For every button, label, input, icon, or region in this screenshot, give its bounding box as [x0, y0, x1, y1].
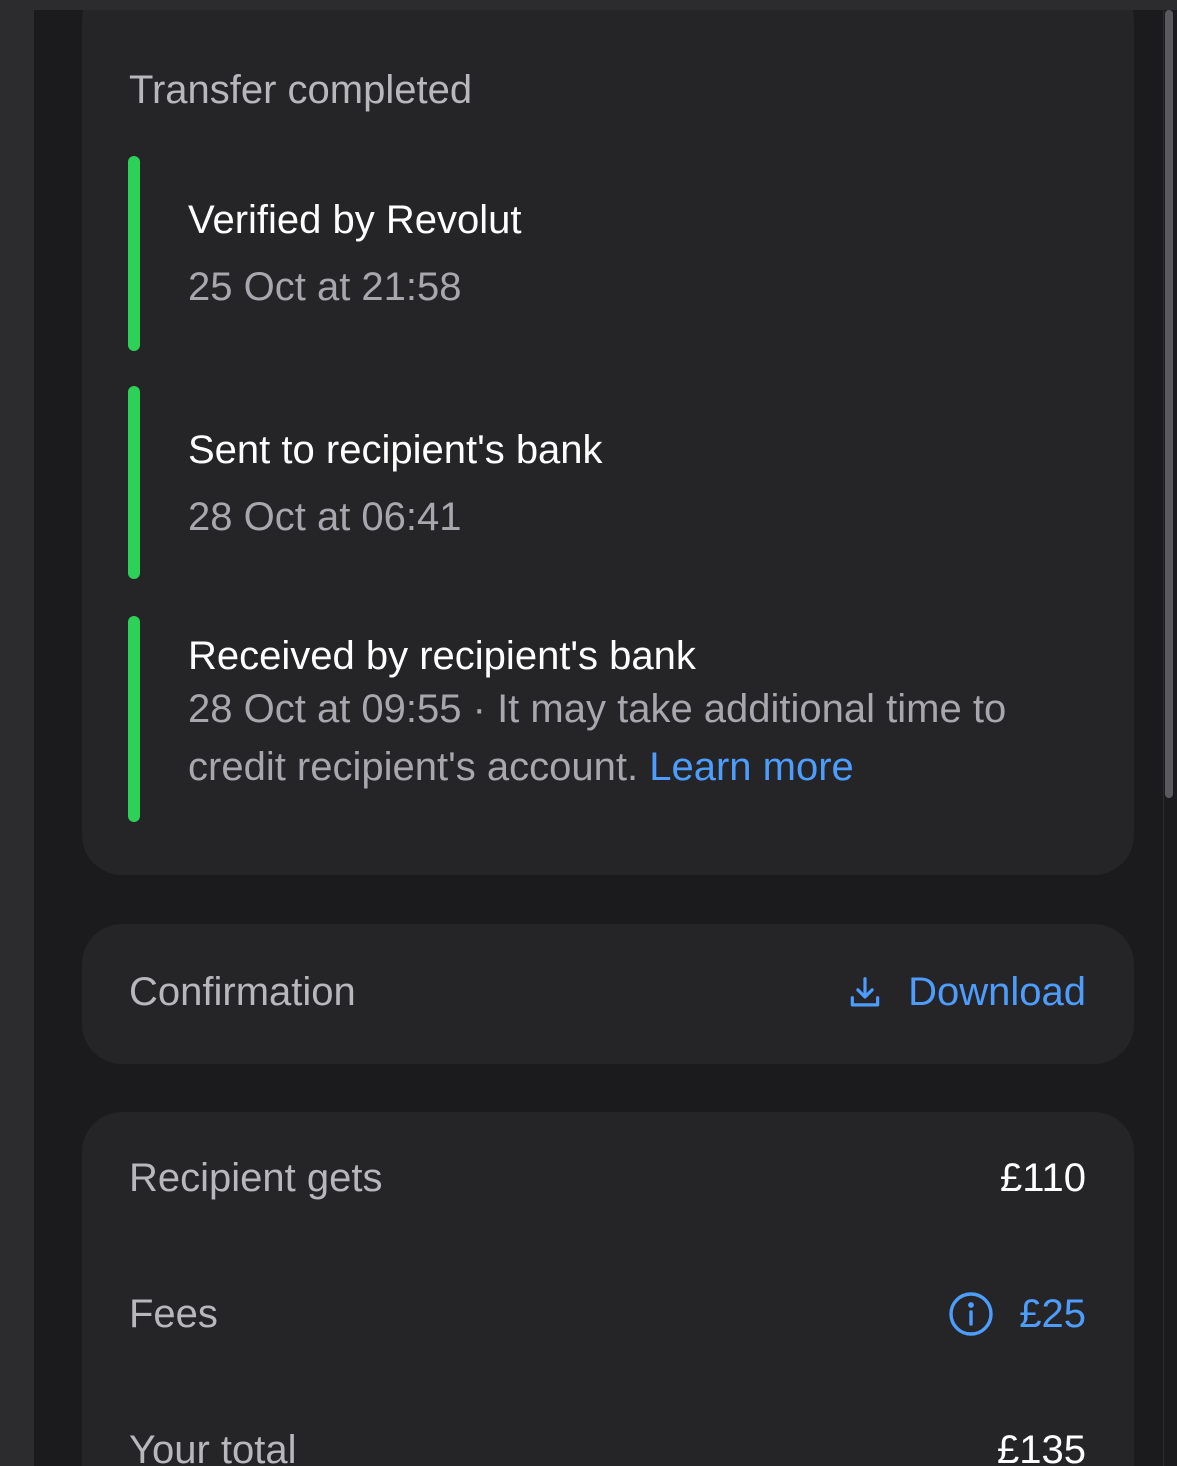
step-time: 28 Oct at 06:41 [188, 495, 462, 539]
info-icon [947, 1290, 995, 1338]
step-time: 28 Oct at 09:55 [188, 687, 462, 731]
amount-value: £25 [1019, 1291, 1086, 1336]
transfer-details-screen: Transfer completed Verified by Revolut 2… [34, 10, 1163, 1466]
download-icon [846, 974, 884, 1012]
download-label: Download [908, 970, 1086, 1014]
step-title: Sent to recipient's bank [188, 428, 603, 472]
status-step-received: Received by recipient's bank 28 Oct at 0… [128, 616, 1118, 824]
recipient-gets-label: Recipient gets [129, 1156, 383, 1200]
confirmation-card: Confirmation Download [82, 924, 1134, 1064]
amount-value: £135 [997, 1428, 1086, 1466]
status-title: Transfer completed [129, 68, 473, 112]
confirmation-label: Confirmation [129, 970, 356, 1014]
your-total-label: Your total [129, 1428, 297, 1466]
scrollbar[interactable] [1164, 10, 1177, 1466]
step-details: 28 Oct at 09:55 · It may take additional… [188, 680, 1108, 796]
amounts-card: Recipient gets £110 Fees £25 Your total … [82, 1112, 1134, 1466]
fees-label: Fees [129, 1292, 218, 1336]
learn-more-link[interactable]: Learn more [649, 745, 854, 789]
download-button[interactable]: Download [846, 970, 1086, 1015]
step-time: 25 Oct at 21:58 [188, 265, 462, 309]
step-title: Verified by Revolut [188, 198, 522, 242]
step-title: Received by recipient's bank [188, 634, 696, 678]
recipient-gets-value: £110 [1000, 1156, 1086, 1201]
status-step-verified: Verified by Revolut 25 Oct at 21:58 [128, 156, 1118, 352]
step-progress-bar [128, 156, 140, 351]
status-step-sent: Sent to recipient's bank 28 Oct at 06:41 [128, 386, 1118, 582]
your-total-value: £135 [997, 1428, 1086, 1466]
fees-value-button[interactable]: £25 [947, 1290, 1086, 1338]
step-separator: · [461, 687, 498, 731]
step-progress-bar [128, 616, 140, 822]
amount-value: £110 [999, 1156, 1086, 1200]
transfer-status-card: Transfer completed Verified by Revolut 2… [82, 10, 1134, 875]
step-progress-bar [128, 386, 140, 579]
scrollbar-thumb[interactable] [1165, 10, 1173, 798]
